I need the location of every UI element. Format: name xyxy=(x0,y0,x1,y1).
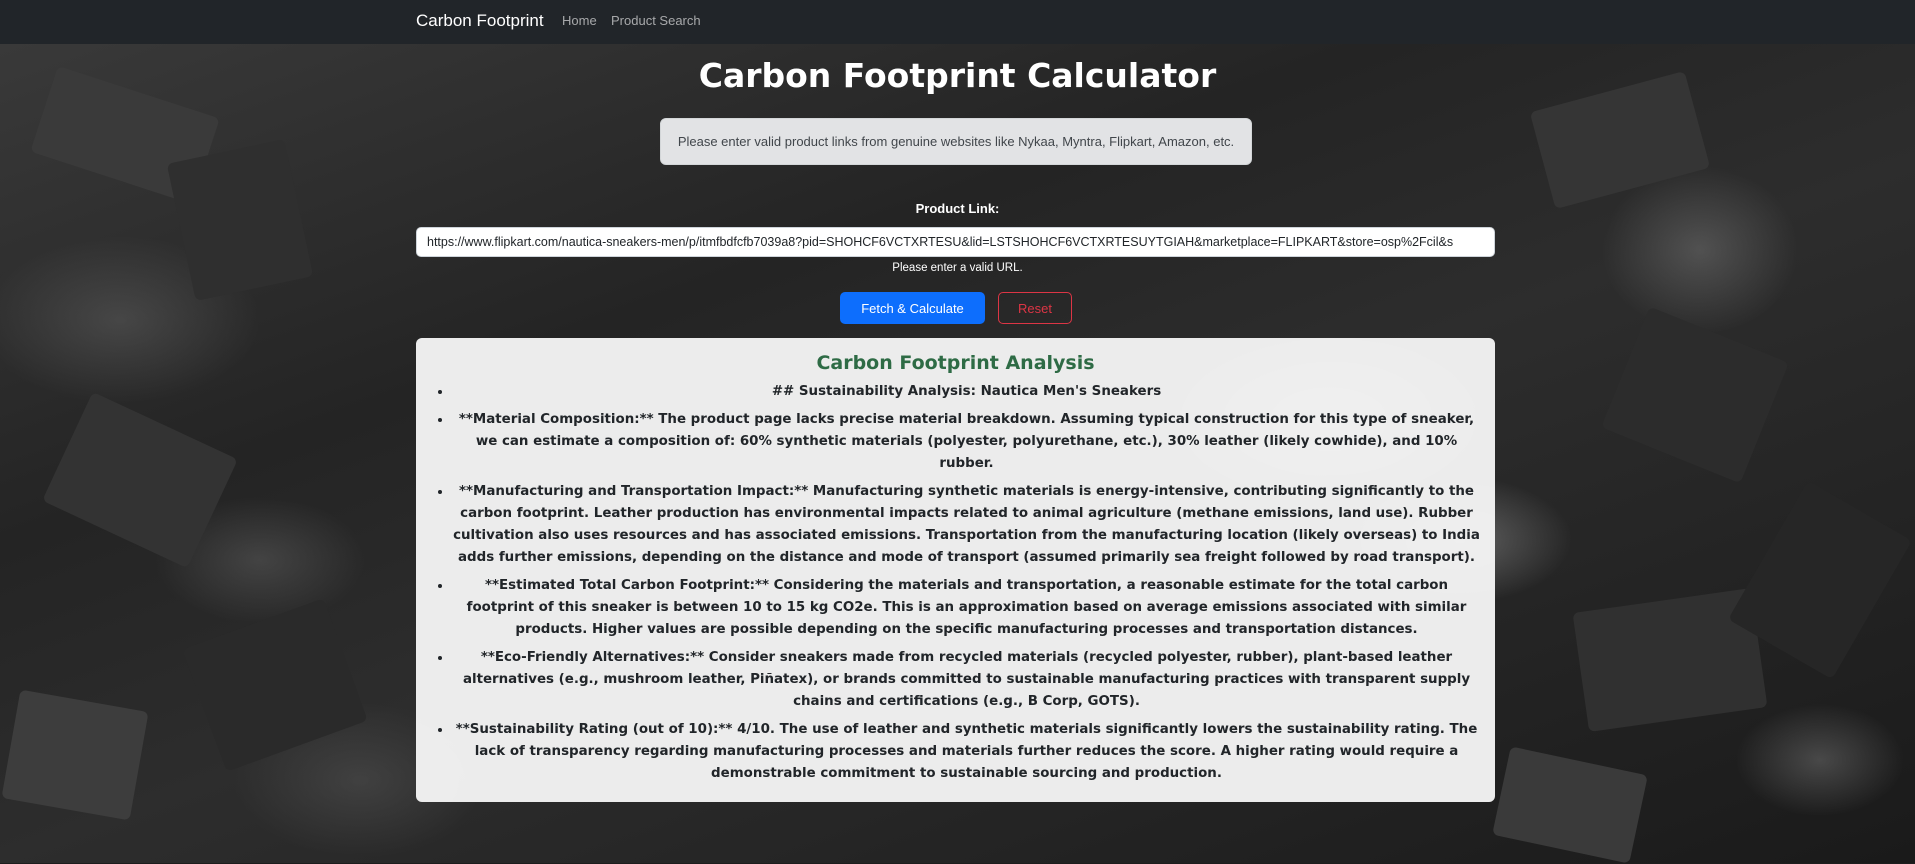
info-alert: Please enter valid product links from ge… xyxy=(660,118,1252,165)
info-alert-text: Please enter valid product links from ge… xyxy=(677,134,1235,149)
nav-link-product-search[interactable]: Product Search xyxy=(611,13,701,28)
product-link-input[interactable] xyxy=(416,227,1495,257)
analysis-item-impact: **Manufacturing and Transportation Impac… xyxy=(452,481,1481,569)
navbar-brand[interactable]: Carbon Footprint xyxy=(416,11,544,31)
analysis-item-alternatives: **Eco-Friendly Alternatives:** Consider … xyxy=(452,647,1481,713)
nav-link-home[interactable]: Home xyxy=(562,13,597,28)
analysis-card: Carbon Footprint Analysis ## Sustainabil… xyxy=(416,338,1495,802)
analysis-item-rating: **Sustainability Rating (out of 10):** 4… xyxy=(452,719,1481,785)
main-content: Carbon Footprint Calculator Please enter… xyxy=(0,0,1915,863)
top-navbar: Carbon Footprint Home Product Search xyxy=(0,0,1915,44)
product-link-label: Product Link: xyxy=(915,201,1000,216)
analysis-item-estimate: **Estimated Total Carbon Footprint:** Co… xyxy=(452,575,1481,641)
analysis-item-heading: ## Sustainability Analysis: Nautica Men'… xyxy=(452,381,1481,403)
analysis-title: Carbon Footprint Analysis xyxy=(816,352,1095,374)
url-validation-message: Please enter a valid URL. xyxy=(892,262,1023,274)
analysis-list: ## Sustainability Analysis: Nautica Men'… xyxy=(430,381,1481,785)
analysis-item-material: **Material Composition:** The product pa… xyxy=(452,409,1481,475)
page-title: Carbon Footprint Calculator xyxy=(698,56,1217,95)
fetch-calculate-button[interactable]: Fetch & Calculate xyxy=(840,292,985,324)
reset-button[interactable]: Reset xyxy=(998,292,1072,324)
